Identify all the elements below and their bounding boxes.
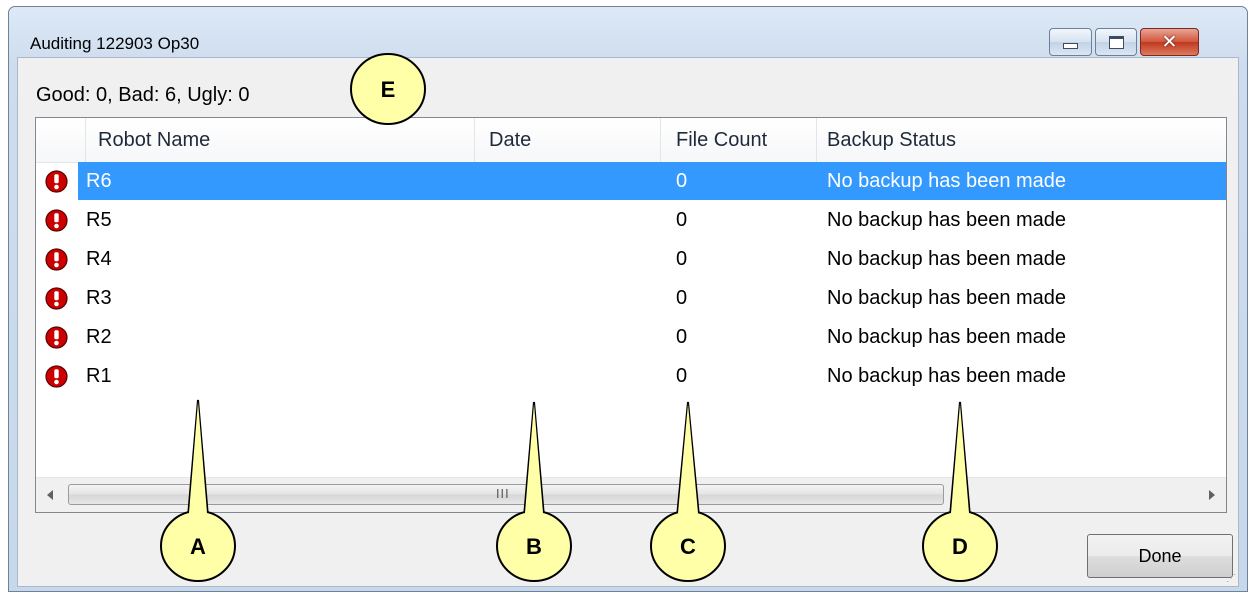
- close-icon: ✕: [1161, 31, 1178, 53]
- robot-list-view[interactable]: Robot Name Date File Count Backup Status…: [35, 117, 1227, 513]
- window-title: Auditing 122903 Op30: [30, 34, 200, 53]
- column-header-file-count[interactable]: File Count: [661, 118, 817, 162]
- error-exclamation-icon: [45, 287, 68, 310]
- dialog-client-area: Good: 0, Bad: 6, Ugly: 0 Robot Name Date…: [17, 57, 1239, 587]
- table-row[interactable]: R1 0 No backup has been made: [36, 357, 1226, 395]
- error-exclamation-icon: [45, 365, 68, 388]
- column-header-backup-status[interactable]: Backup Status: [817, 118, 1226, 162]
- maximize-icon: [1108, 35, 1124, 49]
- scroll-thumb-grip: III: [496, 487, 510, 501]
- cell-file-count: 0: [676, 365, 688, 387]
- cell-robot-name: R6: [86, 170, 112, 192]
- table-row[interactable]: R3 0 No backup has been made: [36, 279, 1226, 317]
- header-icon-column[interactable]: [36, 118, 86, 162]
- cell-robot-name: R2: [86, 326, 112, 348]
- cell-backup-status: No backup has been made: [827, 326, 1067, 348]
- cell-backup-status: No backup has been made: [827, 170, 1067, 192]
- scroll-thumb[interactable]: III: [68, 484, 944, 505]
- cell-backup-status: No backup has been made: [827, 209, 1067, 231]
- cell-robot-name: R5: [86, 209, 112, 231]
- cell-file-count: 0: [676, 170, 688, 192]
- cell-robot-name: R1: [86, 365, 112, 387]
- error-exclamation-icon: [45, 248, 68, 271]
- horizontal-scrollbar[interactable]: III: [36, 477, 1226, 512]
- close-button[interactable]: ✕: [1140, 28, 1199, 56]
- maximize-button[interactable]: [1095, 28, 1137, 56]
- scroll-left-arrow-icon: [47, 490, 53, 500]
- minimize-button[interactable]: [1049, 28, 1092, 56]
- audit-summary: Good: 0, Bad: 6, Ugly: 0: [36, 84, 250, 106]
- table-row[interactable]: R5 0 No backup has been made: [36, 201, 1226, 239]
- cell-backup-status: No backup has been made: [827, 365, 1067, 387]
- title-bar: Auditing 122903 Op30 ✕: [9, 7, 1247, 57]
- cell-backup-status: No backup has been made: [827, 248, 1067, 270]
- scroll-right-button[interactable]: [1198, 478, 1226, 512]
- scroll-left-button[interactable]: [36, 478, 64, 512]
- list-header: Robot Name Date File Count Backup Status: [36, 118, 1226, 163]
- column-header-date[interactable]: Date: [475, 118, 661, 162]
- table-row[interactable]: R6 0 No backup has been made: [36, 162, 1226, 200]
- cell-robot-name: R4: [86, 248, 112, 270]
- error-exclamation-icon: [45, 326, 68, 349]
- cell-file-count: 0: [676, 209, 688, 231]
- minimize-icon: [1063, 43, 1078, 49]
- resize-grip-icon[interactable]: ⋰: [1226, 573, 1236, 584]
- table-row[interactable]: R2 0 No backup has been made: [36, 318, 1226, 356]
- cell-robot-name: R3: [86, 287, 112, 309]
- cell-file-count: 0: [676, 248, 688, 270]
- done-button[interactable]: Done: [1087, 534, 1233, 578]
- cell-file-count: 0: [676, 287, 688, 309]
- column-header-robot-name[interactable]: Robot Name: [86, 118, 475, 162]
- auditing-window: Auditing 122903 Op30 ✕ Good: 0, Bad: 6, …: [8, 6, 1248, 592]
- error-exclamation-icon: [45, 209, 68, 232]
- table-row[interactable]: R4 0 No backup has been made: [36, 240, 1226, 278]
- cell-file-count: 0: [676, 326, 688, 348]
- cell-backup-status: No backup has been made: [827, 287, 1067, 309]
- error-exclamation-icon: [45, 170, 68, 193]
- scroll-right-arrow-icon: [1209, 490, 1215, 500]
